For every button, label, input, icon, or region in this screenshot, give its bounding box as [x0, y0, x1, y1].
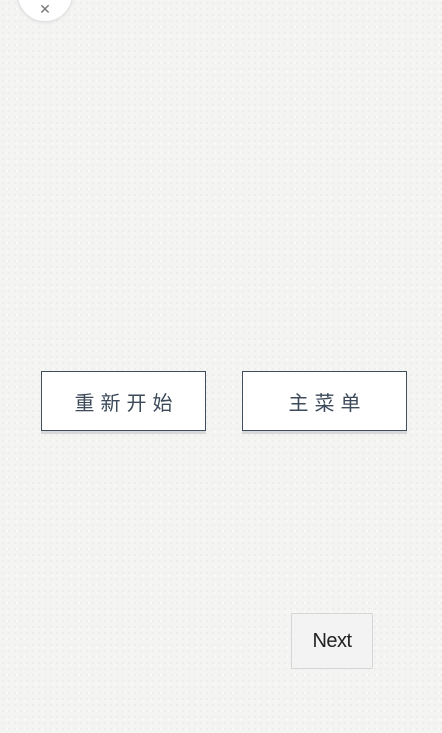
main-menu-button[interactable]: 主菜单: [242, 371, 407, 431]
close-button[interactable]: ✕: [17, 0, 73, 22]
main-menu-button-label: 主菜单: [288, 390, 367, 415]
restart-button-label: 重新开始: [74, 390, 179, 415]
restart-button[interactable]: 重新开始: [41, 371, 206, 431]
close-icon: ✕: [39, 2, 51, 18]
next-button[interactable]: Next: [291, 613, 373, 669]
